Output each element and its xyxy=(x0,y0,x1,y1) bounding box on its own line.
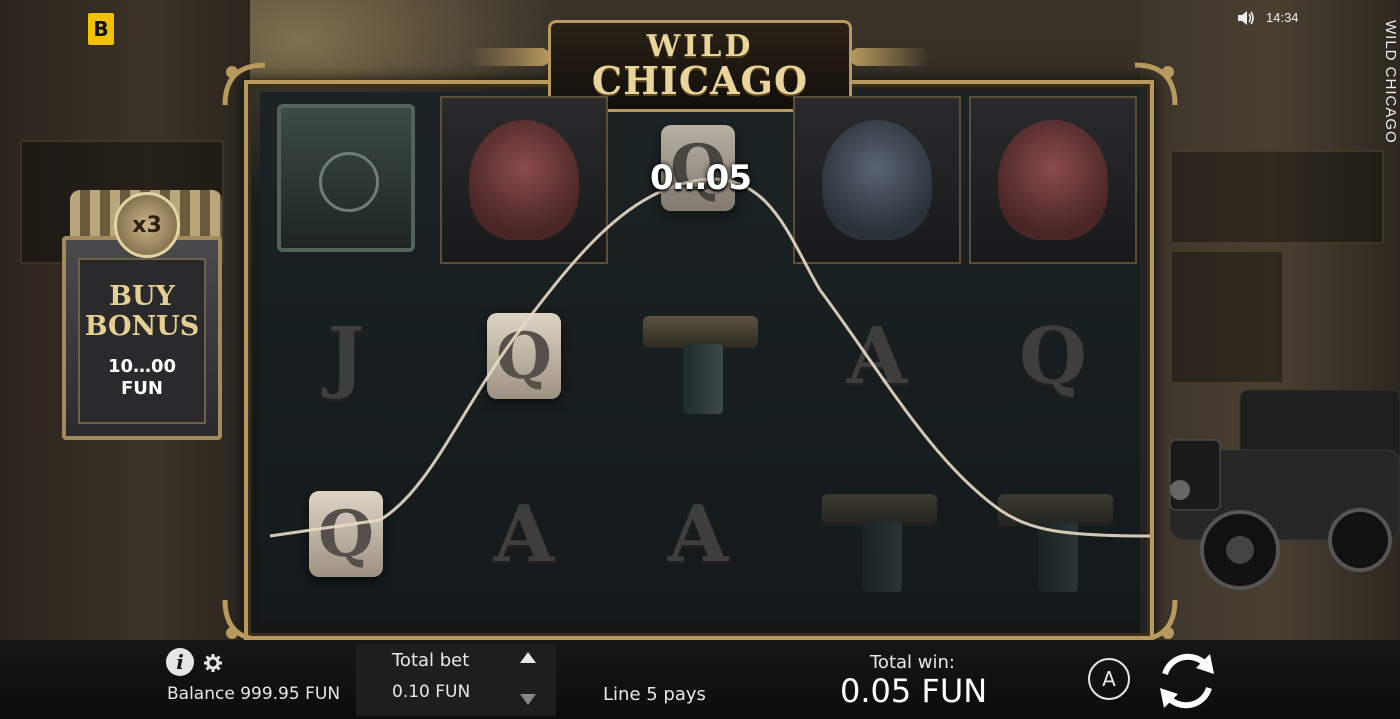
brand-logo: B xyxy=(88,13,114,45)
symbol-pig-boss xyxy=(969,96,1137,264)
buy-bonus-price: 10…00 xyxy=(107,356,177,377)
side-game-title: WILD CHICAGO xyxy=(1382,20,1399,144)
building-window xyxy=(1170,150,1384,244)
title-wing-left xyxy=(470,48,550,66)
symbol-a: A xyxy=(493,488,555,580)
bonus-multiplier-badge: x3 xyxy=(114,192,180,258)
building-window xyxy=(1170,250,1284,384)
buy-bonus-button[interactable]: BUY BONUS 10…00 FUN xyxy=(62,236,222,440)
buy-bonus-line2: BONUS xyxy=(84,311,200,342)
symbol-a: A xyxy=(667,488,729,580)
symbol-q-highlighted: Q xyxy=(440,272,608,440)
total-win-value: 0.05 FUN xyxy=(840,672,988,710)
title-wing-right xyxy=(850,48,930,66)
win-amount-popup: 0…05 xyxy=(650,158,752,198)
gear-icon[interactable] xyxy=(204,654,222,672)
total-bet-value: 0.10 FUN xyxy=(392,682,471,702)
symbol-gun xyxy=(614,272,782,440)
bet-increase-icon[interactable] xyxy=(520,652,536,663)
bet-decrease-icon[interactable] xyxy=(520,694,536,705)
safe-icon xyxy=(277,104,415,252)
symbol-j: J xyxy=(327,310,365,402)
total-win-label: Total win: xyxy=(870,652,955,673)
buy-bonus-line1: BUY xyxy=(109,281,175,312)
symbol-q-highlighted: Q xyxy=(262,450,430,618)
symbol-safe xyxy=(262,94,430,262)
spin-button[interactable] xyxy=(1150,644,1224,718)
tommy-gun-icon xyxy=(633,296,763,416)
symbol-pig-boss xyxy=(440,96,608,264)
symbol-q: Q xyxy=(1019,310,1087,402)
symbol-lion-boss xyxy=(793,96,961,264)
info-icon[interactable]: i xyxy=(166,648,194,676)
symbol-gun xyxy=(793,450,961,618)
lion-boss-icon xyxy=(822,120,932,240)
symbol-gun xyxy=(969,450,1137,618)
line-pays-text: Line 5 pays xyxy=(603,684,706,705)
vintage-car xyxy=(1169,389,1400,590)
symbol-a: A xyxy=(846,310,908,402)
total-bet-label: Total bet xyxy=(392,650,470,671)
ornament-corner-icon xyxy=(1134,62,1178,106)
buy-bonus-currency: FUN xyxy=(121,378,163,399)
ornament-corner-icon xyxy=(1134,599,1178,643)
pig-boss-icon xyxy=(469,120,579,240)
pig-boss-icon xyxy=(998,120,1108,240)
balance-display: Balance 999.95 FUN xyxy=(167,684,341,704)
clock: 14:34 xyxy=(1266,10,1299,25)
tommy-gun-icon xyxy=(988,474,1118,594)
speaker-icon[interactable] xyxy=(1236,9,1256,27)
tommy-gun-icon xyxy=(812,474,942,594)
autoplay-button[interactable]: A xyxy=(1088,658,1130,700)
